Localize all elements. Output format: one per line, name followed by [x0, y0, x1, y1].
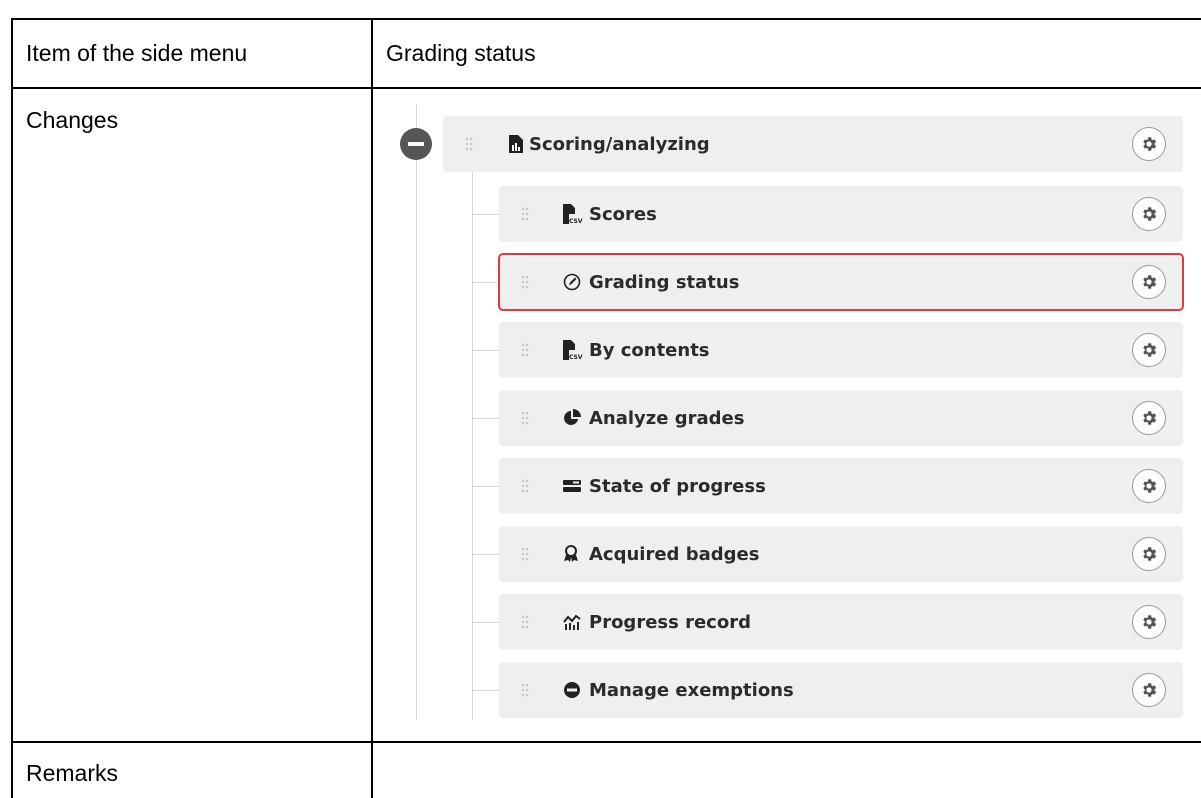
header-label-cell: Item of the side menu — [26, 40, 248, 66]
menu-item-state-of-progress[interactable]: State of progress — [499, 458, 1183, 514]
menu-item-label: State of progress — [563, 458, 766, 514]
gear-icon — [1143, 207, 1157, 221]
menu-item-label: Manage exemptions — [563, 662, 794, 718]
menu-item-text: State of progress — [589, 475, 766, 497]
menu-parent-text: Scoring/analyzing — [529, 133, 710, 155]
tree-branch-line — [472, 622, 499, 623]
gear-icon — [1143, 615, 1157, 629]
parent-settings-button[interactable] — [1132, 127, 1166, 161]
item-settings-button[interactable] — [1132, 673, 1166, 707]
table-top-border — [11, 18, 1201, 20]
menu-item-label: CSV By contents — [563, 322, 710, 378]
tree-guide-line — [472, 172, 473, 720]
item-settings-button[interactable] — [1132, 605, 1166, 639]
changes-label-cell: Changes — [26, 107, 119, 133]
drag-handle-icon[interactable] — [465, 116, 475, 172]
bars-icon — [563, 476, 585, 496]
menu-parent-label: Scoring/analyzing — [509, 116, 710, 172]
tree-branch-line — [472, 486, 499, 487]
menu-item-by-contents[interactable]: CSV By contents — [499, 322, 1183, 378]
menu-item-text: Progress record — [589, 611, 751, 633]
menu-item-progress-record[interactable]: Progress record — [499, 594, 1183, 650]
menu-item-text: Scores — [589, 203, 657, 225]
gear-icon — [1143, 547, 1157, 561]
svg-text:CSV: CSV — [569, 354, 583, 360]
drag-handle-icon[interactable] — [521, 594, 531, 650]
file-csv-icon: CSV — [563, 204, 585, 224]
pen-circle-icon — [563, 272, 585, 292]
drag-handle-icon[interactable] — [521, 526, 531, 582]
menu-item-grading-status[interactable]: Grading status — [498, 253, 1184, 311]
tree-branch-line — [472, 282, 499, 283]
menu-parent-row[interactable]: Scoring/analyzing — [443, 116, 1183, 172]
menu-item-text: Manage exemptions — [589, 679, 794, 701]
item-settings-button[interactable] — [1132, 469, 1166, 503]
menu-item-text: Grading status — [589, 271, 740, 293]
gear-icon — [1143, 343, 1157, 357]
menu-item-text: Acquired badges — [589, 543, 760, 565]
menu-item-acquired-badges[interactable]: Acquired badges — [499, 526, 1183, 582]
item-settings-button[interactable] — [1132, 197, 1166, 231]
menu-item-label: Acquired badges — [563, 526, 759, 582]
item-settings-button[interactable] — [1132, 401, 1166, 435]
line-chart-icon — [563, 612, 585, 632]
gear-icon — [1143, 275, 1157, 289]
minus-circle-icon — [563, 680, 585, 700]
drag-handle-icon[interactable] — [521, 186, 531, 242]
table-left-border — [11, 18, 13, 798]
gear-icon — [1143, 137, 1157, 151]
pie-chart-icon — [563, 408, 585, 428]
drag-handle-icon[interactable] — [521, 322, 531, 378]
gear-icon — [1143, 411, 1157, 425]
menu-item-label: Progress record — [563, 594, 751, 650]
tree-guide-line — [416, 104, 417, 720]
table-row-divider — [11, 741, 1201, 743]
tree-branch-line — [472, 350, 499, 351]
drag-handle-icon[interactable] — [521, 254, 531, 310]
drag-handle-icon[interactable] — [521, 458, 531, 514]
menu-item-manage-exemptions[interactable]: Manage exemptions — [499, 662, 1183, 718]
menu-item-text: Analyze grades — [589, 407, 745, 429]
table-row-divider — [11, 87, 1201, 89]
gear-icon — [1143, 479, 1157, 493]
menu-item-text: By contents — [589, 339, 710, 361]
award-icon — [563, 544, 585, 564]
gear-icon — [1143, 683, 1157, 697]
file-csv-icon: CSV — [563, 340, 585, 360]
tree-branch-line — [472, 214, 499, 215]
remarks-label-cell: Remarks — [26, 760, 119, 786]
item-settings-button[interactable] — [1132, 265, 1166, 299]
tree-branch-line — [472, 554, 499, 555]
tree-branch-line — [472, 690, 499, 691]
drag-handle-icon[interactable] — [521, 662, 531, 718]
file-chart-icon — [509, 134, 525, 154]
menu-item-label: Grading status — [563, 254, 739, 310]
menu-item-label: CSV Scores — [563, 186, 657, 242]
menu-item-scores[interactable]: CSV Scores — [499, 186, 1183, 242]
drag-handle-icon[interactable] — [521, 390, 531, 446]
item-settings-button[interactable] — [1132, 333, 1166, 367]
item-settings-button[interactable] — [1132, 537, 1166, 571]
menu-item-analyze-grades[interactable]: Analyze grades — [499, 390, 1183, 446]
menu-item-label: Analyze grades — [563, 390, 744, 446]
svg-text:CSV: CSV — [569, 218, 583, 224]
tree-branch-line — [472, 418, 499, 419]
table-column-divider — [371, 18, 373, 798]
collapse-toggle-button[interactable] — [400, 128, 432, 160]
header-value-cell: Grading status — [386, 40, 536, 66]
